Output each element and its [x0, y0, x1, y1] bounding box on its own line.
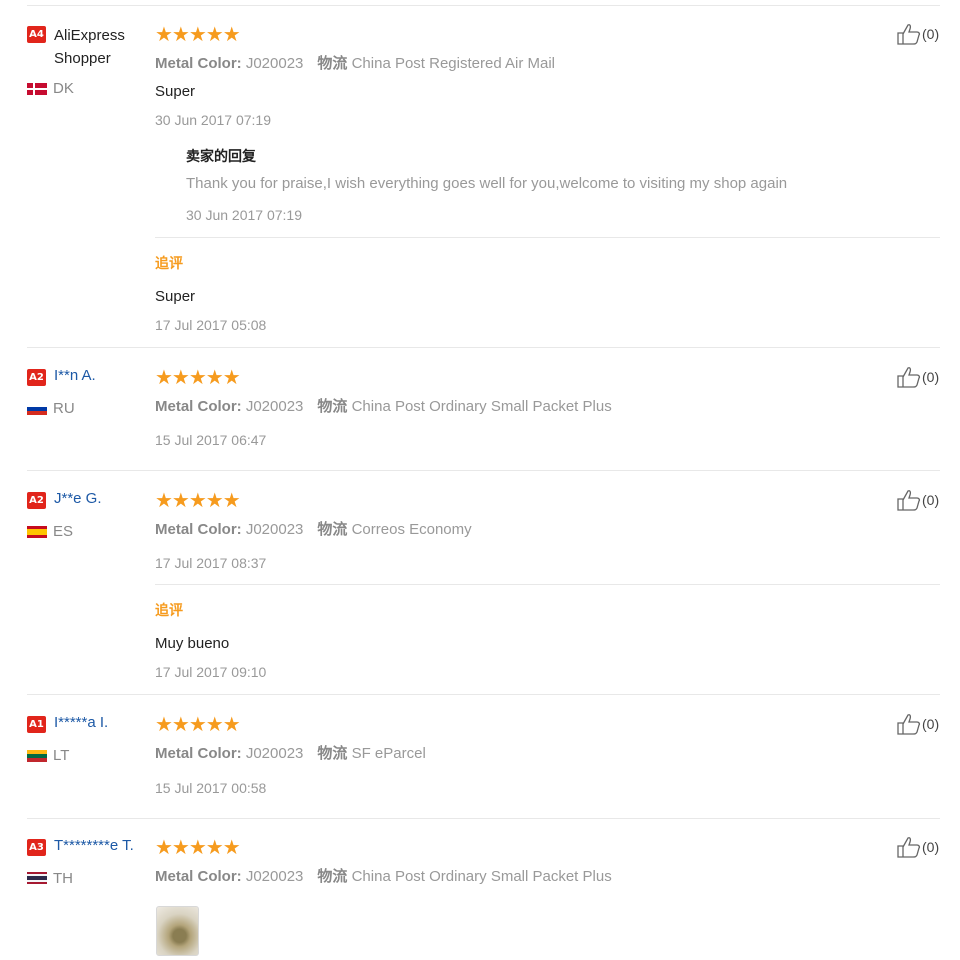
country-code: RU: [53, 400, 75, 417]
review-meta: Metal Color: J020023 物流 China Post Ordina…: [155, 865, 612, 886]
flag-ru-icon: [27, 403, 47, 415]
additional-feedback-text: Super: [155, 288, 196, 305]
flag-es-icon: [27, 526, 47, 538]
review-feed: A4 AliExpress Shopper ★★★★★ (0) DK Metal Colo…: [0, 0, 960, 960]
level-badge: A2: [27, 492, 46, 509]
metal-color-value: J020023: [241, 521, 304, 538]
review-date: 15 Jul 2017 06:47: [155, 432, 267, 448]
helpful-count: (0): [922, 716, 940, 732]
divider: [27, 694, 940, 695]
metal-color-value: J020023: [241, 868, 304, 885]
rating-stars: ★★★★★: [155, 835, 241, 859]
review-date: 17 Jul 2017 08:37: [155, 555, 267, 571]
divider: [27, 5, 940, 6]
level-badge: A2: [27, 369, 46, 386]
helpful-count: (0): [922, 369, 940, 385]
country-code: ES: [53, 523, 74, 540]
divider: [155, 584, 940, 585]
thumbs-up-icon: [897, 367, 921, 388]
additional-feedback-label: 追评: [155, 603, 183, 619]
reviewer-name: AliExpress Shopper: [54, 27, 125, 67]
shipping-method: SF eParcel: [347, 745, 426, 762]
rating-stars: ★★★★★: [155, 488, 241, 512]
helpful-count: (0): [922, 26, 940, 42]
shipping-method: China Post Ordinary Small Packet Plus: [347, 868, 612, 885]
helpful-button[interactable]: (0): [897, 836, 939, 858]
reviewer-name[interactable]: J**e G.: [54, 490, 102, 507]
level-badge: A1: [27, 716, 46, 733]
additional-feedback-text: Muy bueno: [155, 635, 230, 652]
seller-reply-text: Thank you for praise,I wish everything g…: [186, 175, 788, 192]
divider: [27, 470, 940, 471]
reviewer-name[interactable]: T********e T.: [54, 837, 134, 854]
helpful-button[interactable]: (0): [897, 713, 939, 735]
divider: [27, 347, 940, 348]
review-meta: Metal Color: J020023 物流 SF eParcel: [155, 742, 426, 763]
helpful-button[interactable]: (0): [897, 489, 939, 511]
additional-feedback-date: 17 Jul 2017 05:08: [155, 317, 267, 333]
flag-lt-icon: [27, 750, 47, 762]
flag-dk-icon: [27, 83, 47, 95]
shipping-method: China Post Ordinary Small Packet Plus: [347, 398, 612, 415]
metal-color-value: J020023: [241, 55, 304, 72]
rating-stars: ★★★★★: [155, 712, 241, 736]
logistics-label: 物流: [317, 521, 348, 538]
review-meta: Metal Color: J020023 物流 China Post Ordina…: [155, 395, 612, 416]
metal-color-value: J020023: [241, 398, 304, 415]
helpful-count: (0): [922, 839, 940, 855]
reviewer-name[interactable]: I*****a I.: [54, 714, 108, 731]
thumbs-up-icon: [897, 837, 921, 858]
review-text: Super: [155, 83, 196, 100]
metal-color-label: Metal Color:: [155, 55, 242, 72]
logistics-label: 物流: [317, 745, 348, 762]
metal-color-label: Metal Color:: [155, 521, 242, 538]
helpful-button[interactable]: (0): [897, 23, 939, 45]
review-date: 15 Jul 2017 00:58: [155, 780, 267, 796]
country-code: TH: [53, 870, 73, 887]
logistics-label: 物流: [317, 868, 348, 885]
logistics-label: 物流: [317, 55, 348, 72]
level-badge: A3: [27, 839, 46, 856]
thumbs-up-icon: [897, 490, 921, 511]
divider: [27, 818, 940, 819]
additional-feedback-date: 17 Jul 2017 09:10: [155, 664, 267, 680]
metal-color-label: Metal Color:: [155, 868, 242, 885]
rating-stars: ★★★★★: [155, 22, 241, 46]
flag-th-icon: [27, 872, 47, 884]
metal-color-label: Metal Color:: [155, 398, 242, 415]
country-code: DK: [53, 80, 74, 97]
reviewer-name[interactable]: I**n A.: [54, 367, 96, 384]
shipping-method: Correos Economy: [347, 521, 472, 538]
metal-color-label: Metal Color:: [155, 745, 242, 762]
level-badge: A4: [27, 26, 46, 43]
shipping-method: China Post Registered Air Mail: [347, 55, 556, 72]
review-photo-thumbnail[interactable]: [156, 906, 199, 956]
review-meta: Metal Color: J020023 物流 China Post Regist…: [155, 52, 555, 73]
additional-feedback-label: 追评: [155, 256, 183, 272]
helpful-count: (0): [922, 492, 940, 508]
thumbs-up-icon: [897, 24, 921, 45]
metal-color-value: J020023: [241, 745, 304, 762]
seller-reply-date: 30 Jun 2017 07:19: [186, 207, 302, 223]
review-date: 30 Jun 2017 07:19: [155, 112, 271, 128]
divider: [155, 237, 940, 238]
rating-stars: ★★★★★: [155, 365, 241, 389]
country-code: LT: [53, 747, 70, 764]
seller-reply-title: 卖家的回复: [186, 149, 256, 165]
thumbs-up-icon: [897, 714, 921, 735]
helpful-button[interactable]: (0): [897, 366, 939, 388]
logistics-label: 物流: [317, 398, 348, 415]
review-meta: Metal Color: J020023 物流 Correos Economy: [155, 518, 472, 539]
